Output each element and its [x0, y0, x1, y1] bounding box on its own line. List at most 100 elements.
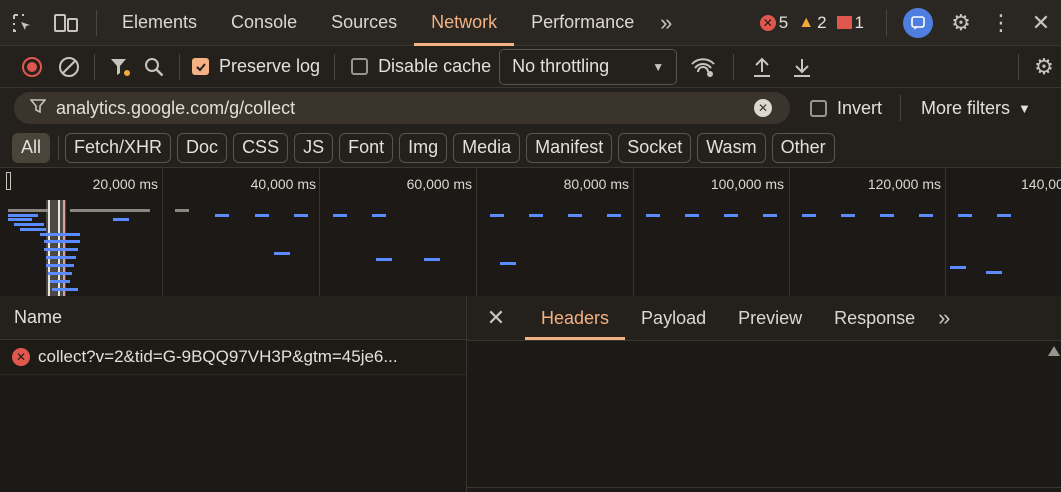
caret-down-icon: ▼ [1018, 100, 1031, 116]
name-column-header[interactable]: Name [0, 296, 466, 340]
request-bar [8, 218, 32, 221]
scrollbar-up-arrow-icon[interactable] [1048, 346, 1060, 356]
request-bar [763, 214, 777, 217]
request-bar [8, 209, 48, 212]
network-conditions-wifi-icon[interactable] [681, 56, 725, 78]
tab-console[interactable]: Console [214, 0, 314, 46]
request-bar [255, 214, 269, 217]
clear-filter-icon[interactable]: ✕ [754, 99, 772, 117]
network-settings-gear-icon[interactable]: ⚙ [1027, 54, 1061, 80]
export-har-download-icon[interactable] [782, 56, 822, 78]
filter-text: analytics.google.com/g/collect [56, 97, 296, 118]
chip-fetch-xhr[interactable]: Fetch/XHR [65, 132, 172, 163]
filter-funnel-icon[interactable] [103, 56, 137, 78]
timeline-tick: 100,000 ms [710, 176, 784, 192]
chip-js[interactable]: JS [294, 132, 334, 163]
search-icon[interactable] [137, 56, 171, 78]
overview-left-handle[interactable] [6, 172, 11, 190]
ai-assistance-icon[interactable] [903, 7, 933, 38]
throttling-value: No throttling [512, 56, 610, 76]
request-bar [8, 214, 38, 217]
request-bar [802, 214, 816, 217]
tab-payload[interactable]: Payload [625, 296, 722, 340]
grid-line [789, 168, 790, 296]
request-bar [685, 214, 699, 217]
throttling-select[interactable]: No throttling ▼ [499, 48, 678, 85]
chip-font[interactable]: Font [339, 132, 394, 163]
more-options-icon[interactable]: ⋮ [981, 10, 1021, 36]
warning-icon: ▲ [798, 13, 815, 31]
error-count-badge[interactable]: ✕ 5 [759, 13, 788, 33]
tab-sources[interactable]: Sources [314, 0, 414, 46]
resource-type-filters: All Fetch/XHR Doc CSS JS Font Img Media … [0, 128, 1061, 168]
tab-headers[interactable]: Headers [525, 296, 626, 340]
inspect-element-icon[interactable] [0, 0, 44, 46]
request-bar [46, 256, 76, 259]
table-row[interactable]: ✕ collect?v=2&tid=G-9BQQ97VH3P&gtm=45je6… [0, 340, 466, 375]
network-overview-timeline[interactable]: 20,000 ms 40,000 ms 60,000 ms 80,000 ms … [0, 168, 1061, 297]
chip-wasm[interactable]: Wasm [697, 132, 766, 163]
invert-checkbox[interactable] [810, 99, 827, 117]
request-bar [490, 214, 504, 217]
request-detail-pane: ✕ Headers Payload Preview Response » [466, 296, 1061, 492]
tab-response[interactable]: Response [818, 296, 931, 340]
close-detail-icon[interactable]: ✕ [467, 305, 525, 331]
warning-count-badge[interactable]: ▲ 2 [798, 13, 826, 33]
tab-network[interactable]: Network [414, 0, 515, 46]
grid-line [945, 168, 946, 296]
issues-count-badge[interactable]: 1 [836, 13, 864, 33]
request-bar [376, 258, 392, 261]
request-bar [841, 214, 855, 217]
request-bar [500, 262, 516, 265]
chip-manifest[interactable]: Manifest [526, 132, 613, 163]
tab-performance[interactable]: Performance [514, 0, 651, 46]
request-bar [40, 233, 80, 236]
request-bar [950, 266, 966, 269]
name-column-label: Name [14, 307, 63, 327]
tab-preview[interactable]: Preview [722, 296, 818, 340]
chip-media[interactable]: Media [453, 132, 521, 163]
error-icon: ✕ [12, 348, 30, 366]
more-tabs-chevron-icon[interactable]: » [931, 305, 957, 331]
timeline-tick: 40,000 ms [250, 176, 316, 192]
chip-css[interactable]: CSS [233, 132, 289, 163]
more-filters-dropdown[interactable]: More filters ▼ [921, 98, 1031, 119]
request-bar [70, 209, 150, 212]
request-bar [724, 214, 738, 217]
request-bar [294, 214, 308, 217]
issue-flag-icon [836, 16, 852, 29]
request-bar [44, 240, 80, 243]
clear-log-icon[interactable] [52, 56, 86, 78]
import-har-upload-icon[interactable] [742, 56, 782, 78]
request-bar [333, 214, 347, 217]
stop-recording-icon[interactable] [22, 56, 42, 77]
filter-funnel-icon [29, 98, 47, 119]
disable-cache-checkbox[interactable] [351, 58, 369, 75]
devtools-tab-bar: Elements Console Sources Network Perform… [0, 0, 1061, 46]
device-toolbar-icon[interactable] [44, 0, 88, 46]
settings-gear-icon[interactable]: ⚙ [941, 10, 981, 36]
more-tabs-chevron-icon[interactable]: » [651, 10, 681, 36]
disable-cache-label: Disable cache [378, 56, 492, 76]
close-devtools-icon[interactable]: ✕ [1021, 10, 1061, 36]
divider [58, 135, 60, 160]
divider [334, 53, 336, 80]
chip-doc[interactable]: Doc [177, 132, 228, 163]
chip-other[interactable]: Other [771, 132, 835, 163]
request-bar [274, 252, 290, 255]
chip-img[interactable]: Img [399, 132, 448, 163]
chevron-down-icon: ▼ [652, 59, 665, 74]
timeline-tick: 120,000 ms [867, 176, 941, 192]
filter-input[interactable]: analytics.google.com/g/collect ✕ [14, 92, 790, 124]
divider [94, 53, 95, 80]
preserve-log-checkbox[interactable] [192, 58, 209, 75]
timeline-tick: 80,000 ms [563, 176, 629, 192]
request-bar [919, 214, 933, 217]
request-bar [880, 214, 894, 217]
network-toolbar: Preserve log Disable cache No throttling… [0, 46, 1061, 88]
timeline-tick: 140,00 [1021, 176, 1061, 192]
tab-elements[interactable]: Elements [105, 0, 214, 46]
chip-socket[interactable]: Socket [618, 132, 692, 163]
request-bar [607, 214, 621, 217]
chip-all[interactable]: All [12, 132, 51, 163]
